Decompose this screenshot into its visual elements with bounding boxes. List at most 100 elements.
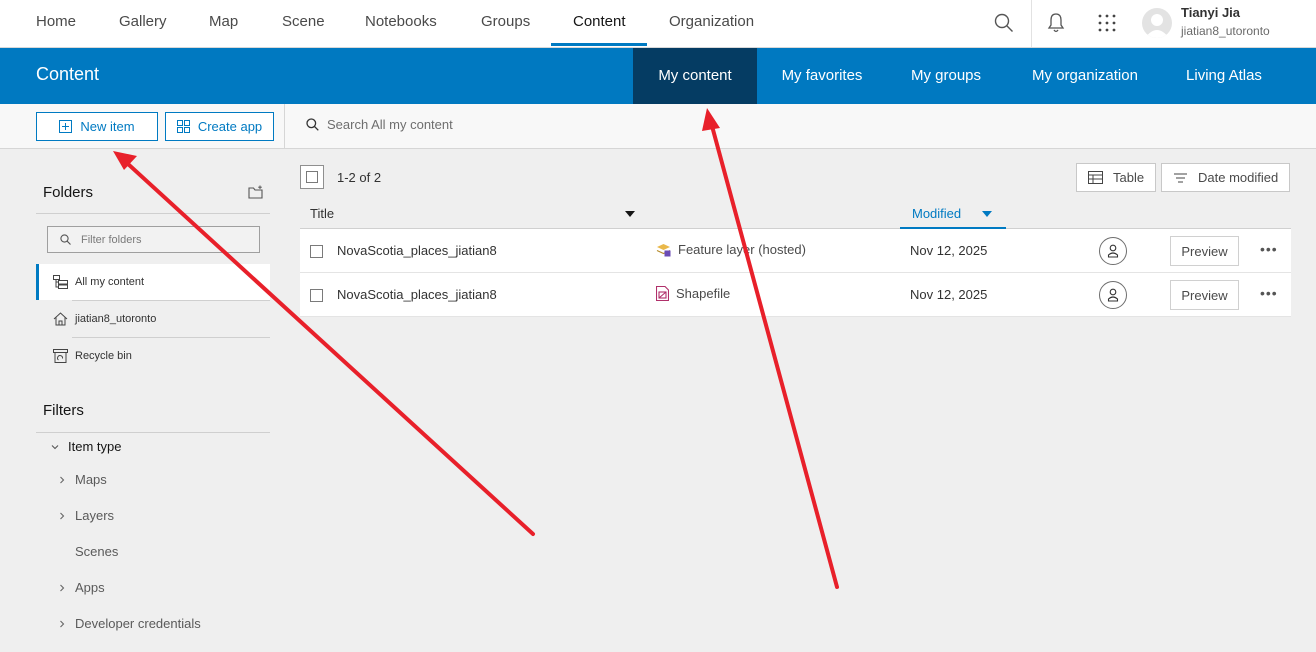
folders-heading: Folders [43,184,94,201]
create-app-button[interactable]: Create app [165,112,274,141]
filter-label: Scenes [75,544,119,559]
table-view-button[interactable]: Table [1076,163,1157,192]
nav-organization[interactable]: Organization [669,0,754,47]
more-icon[interactable]: ••• [1260,241,1278,257]
select-all-checkbox[interactable] [300,165,324,189]
filter-maps[interactable]: Maps [57,472,107,487]
nav-notebooks[interactable]: Notebooks [365,0,437,47]
nav-content[interactable]: Content [573,0,626,47]
content-header: Content My content My favorites My group… [0,48,1316,104]
nav-separator [1031,0,1032,47]
item-type-label: Feature layer (hosted) [678,242,806,257]
folder-label: jiatian8_utoronto [75,313,157,325]
row-checkbox[interactable] [310,289,323,302]
chevron-right-icon [60,620,65,627]
user-name[interactable]: Tianyi Jia [1181,5,1240,20]
chevron-down-icon [51,444,59,449]
result-count: 1-2 of 2 [337,170,382,185]
table-icon [1088,171,1103,184]
item-type-label: Shapefile [676,286,731,301]
content-toolbar: New item Create app Search All my conten… [0,104,1316,149]
preview-button[interactable]: Preview [1170,236,1239,266]
folder-tree-icon [53,275,68,289]
plus-square-icon [59,120,73,133]
chevron-right-icon [60,476,65,483]
avatar[interactable] [1142,8,1172,38]
nav-groups[interactable]: Groups [481,0,530,47]
filters-heading: Filters [43,402,84,419]
filter-item-type[interactable]: Item type [50,439,121,454]
tab-my-favorites[interactable]: My favorites [767,48,877,104]
folders-divider [36,213,270,214]
column-title[interactable]: Title [310,206,334,221]
nav-gallery[interactable]: Gallery [119,0,167,47]
filter-apps[interactable]: Apps [57,580,105,595]
new-item-button[interactable]: New item [36,112,158,141]
create-app-label: Create app [197,119,263,134]
nav-active-indicator [551,43,647,46]
chevron-right-icon [60,584,65,591]
filter-developer-credentials[interactable]: Developer credentials [57,616,201,631]
filter-scenes[interactable]: Scenes [75,544,118,559]
user-username[interactable]: jiatian8_utoronto [1181,24,1270,38]
tab-living-atlas[interactable]: Living Atlas [1172,48,1276,104]
filter-label: Developer credentials [75,616,201,631]
user-share-icon[interactable] [1099,281,1127,309]
filter-item-type-label: Item type [68,439,122,454]
filter-label: Layers [75,508,115,523]
bell-icon[interactable] [1045,11,1067,35]
table-row[interactable]: NovaScotia_places_jiatian8 Feature layer… [300,229,1291,273]
title-dropdown-icon[interactable] [624,209,636,219]
row-checkbox[interactable] [310,245,323,258]
item-title[interactable]: NovaScotia_places_jiatian8 [337,287,497,302]
folder-label: Recycle bin [75,350,132,362]
filter-folders-input[interactable]: Filter folders [81,234,142,246]
filter-folders-field[interactable]: Filter folders [47,226,260,253]
search-icon [60,234,71,245]
item-type: Feature layer (hosted) [656,242,806,257]
more-icon[interactable]: ••• [1260,285,1278,301]
new-item-label: New item [80,119,135,134]
shapefile-icon [656,286,669,301]
feature-layer-icon [656,244,671,257]
sort-icon [1174,173,1187,182]
preview-button[interactable]: Preview [1170,280,1239,310]
folder-all-my-content[interactable]: All my content [36,264,270,300]
sort-label: Date modified [1198,170,1279,185]
app-launcher-icon[interactable] [1096,12,1118,34]
page-title: Content [36,64,100,84]
new-folder-icon[interactable] [247,183,265,201]
item-title[interactable]: NovaScotia_places_jiatian8 [337,243,497,258]
content-search[interactable]: Search All my content [306,117,453,132]
column-modified[interactable]: Modified [912,206,961,221]
table-view-label: Table [1113,170,1145,185]
user-share-icon[interactable] [1099,237,1127,265]
search-icon [306,118,319,131]
filter-layers[interactable]: Layers [57,508,114,523]
folder-recycle-bin[interactable]: Recycle bin [36,338,270,374]
annotation-arrow-my-content [702,108,839,589]
sort-direction-icon[interactable] [981,209,993,219]
toolbar-separator [284,104,285,149]
recycle-bin-icon [53,349,68,363]
folder-jiatian8-utoronto[interactable]: jiatian8_utoronto [36,301,270,337]
chevron-right-icon [60,512,65,519]
nav-map[interactable]: Map [209,0,238,47]
nav-home[interactable]: Home [36,0,76,47]
tab-my-organization[interactable]: My organization [1020,48,1150,104]
search-input[interactable]: Search All my content [327,117,453,132]
folder-label: All my content [75,276,145,288]
sort-button[interactable]: Date modified [1161,163,1291,192]
tab-my-content[interactable]: My content [633,48,757,104]
grid-icon [176,120,190,133]
table-row[interactable]: NovaScotia_places_jiatian8 Shapefile Nov… [300,273,1291,317]
top-navigation: Home Gallery Map Scene Notebooks Groups … [0,0,1316,48]
tab-my-groups[interactable]: My groups [897,48,995,104]
filter-label: Apps [75,580,105,595]
item-type: Shapefile [656,286,730,301]
item-modified: Nov 12, 2025 [910,287,988,302]
search-icon[interactable] [993,12,1015,34]
nav-scene[interactable]: Scene [282,0,325,47]
filter-label: Maps [75,472,107,487]
item-modified: Nov 12, 2025 [910,243,988,258]
